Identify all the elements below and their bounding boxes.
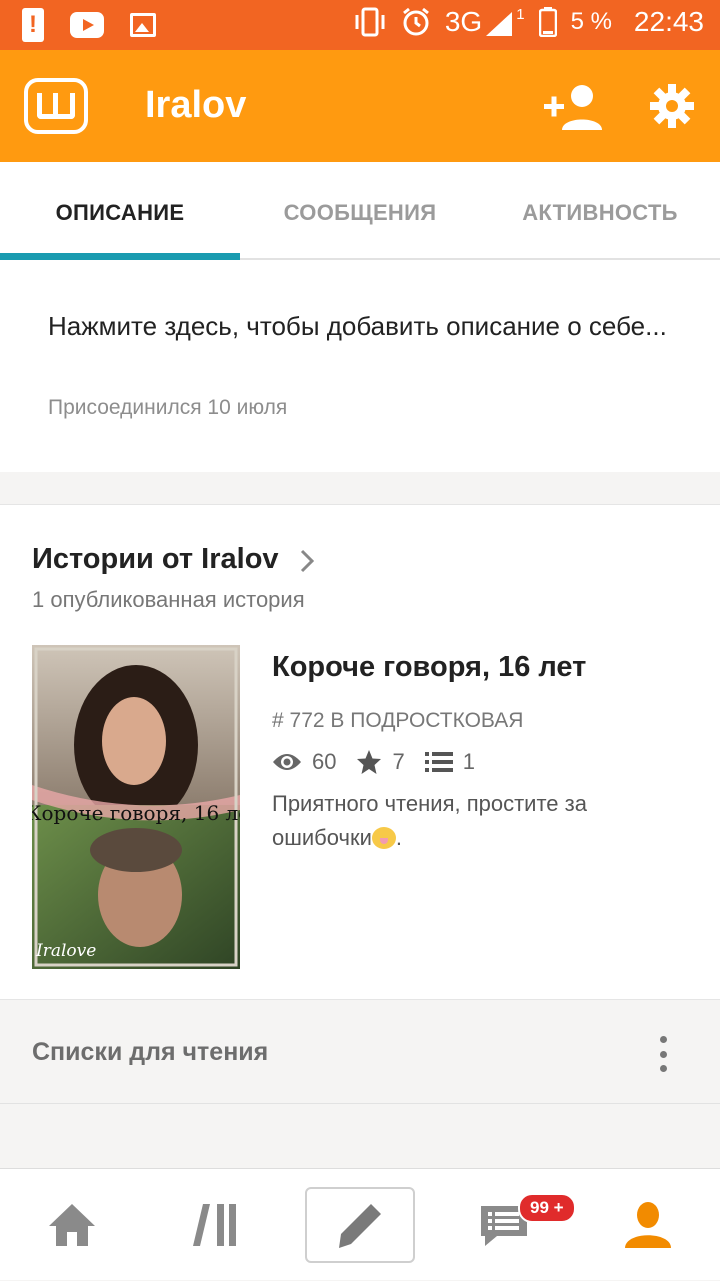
profile-icon [625, 1202, 671, 1248]
youtube-icon [70, 12, 104, 38]
stories-heading[interactable]: Истории от Iralov [32, 543, 279, 576]
notification-badge: 99 + [518, 1193, 576, 1223]
story-title[interactable]: Короче говоря, 16 лет [272, 651, 586, 684]
tab-activity[interactable]: АКТИВНОСТЬ [480, 162, 720, 258]
battery-icon [538, 7, 557, 37]
chevron-right-icon[interactable] [300, 549, 314, 573]
wattpad-logo-icon[interactable] [24, 78, 88, 134]
battery-warning-icon [22, 8, 44, 42]
clock: 22:43 [633, 6, 704, 37]
story-blurb-end: . [395, 825, 403, 850]
votes-count: 7 [392, 749, 405, 774]
cover-title-text: Короче говоря, 16 лет [32, 801, 240, 825]
views-count: 60 [312, 749, 337, 774]
smile-emoji-icon [371, 827, 396, 849]
bottom-nav: 99 + [0, 1168, 720, 1280]
cover-author-text: Iralove [36, 941, 97, 961]
more-options-icon[interactable] [656, 1036, 670, 1072]
nav-profile[interactable] [576, 1169, 720, 1281]
tab-messages[interactable]: СООБЩЕНИЯ [240, 162, 480, 258]
nav-messages[interactable] [432, 1169, 576, 1281]
nav-library[interactable] [144, 1169, 288, 1281]
profile-tabs: ОПИСАНИЕ СООБЩЕНИЯ АКТИВНОСТЬ [0, 162, 720, 260]
page-title: Iralov [145, 84, 247, 126]
stories-count: 1 опубликованная история [32, 587, 305, 612]
app-bar: Iralov [0, 50, 720, 162]
reading-lists-section: Списки для чтения [0, 1000, 720, 1104]
parts-count: 1 [462, 749, 475, 774]
nav-write[interactable] [288, 1169, 432, 1281]
home-icon [49, 1204, 95, 1246]
status-bar: 3G 1 5 % 22:43 [0, 0, 720, 50]
parts-list-icon [424, 752, 453, 772]
settings-gear-icon[interactable] [650, 84, 694, 128]
story-blurb-text: Приятного чтения, простите за ошибочки [272, 791, 587, 850]
signal-sup: 1 [516, 6, 525, 23]
tab-description[interactable]: ОПИСАНИЕ [0, 162, 240, 260]
eye-icon [273, 754, 301, 770]
star-icon [357, 750, 382, 774]
vibrate-icon [355, 7, 385, 37]
nav-home[interactable] [0, 1169, 144, 1281]
battery-level: 5 % [570, 8, 612, 35]
pencil-icon [339, 1204, 381, 1248]
image-icon [130, 13, 156, 37]
about-section: Нажмите здесь, чтобы добавить описание о… [0, 260, 720, 472]
story-blurb: Приятного чтения, простите за ошибочки. [272, 787, 692, 855]
add-description-prompt[interactable]: Нажмите здесь, чтобы добавить описание о… [48, 306, 668, 346]
alarm-icon [402, 7, 429, 36]
library-icon [193, 1204, 236, 1246]
story-rank: # 772 В ПОДРОСТКОВАЯ [272, 709, 524, 732]
joined-date: Присоединился 10 июля [48, 396, 288, 419]
signal-icon [486, 12, 513, 36]
add-friend-icon[interactable] [544, 84, 604, 130]
stories-section: Истории от Iralov 1 опубликованная истор… [0, 504, 720, 1000]
story-stats: 60 7 1 [272, 749, 495, 775]
reading-lists-heading[interactable]: Списки для чтения [32, 1038, 268, 1067]
book-cover[interactable]: Короче говоря, 16 лет Iralove [32, 645, 240, 969]
network-type: 3G [444, 6, 483, 37]
